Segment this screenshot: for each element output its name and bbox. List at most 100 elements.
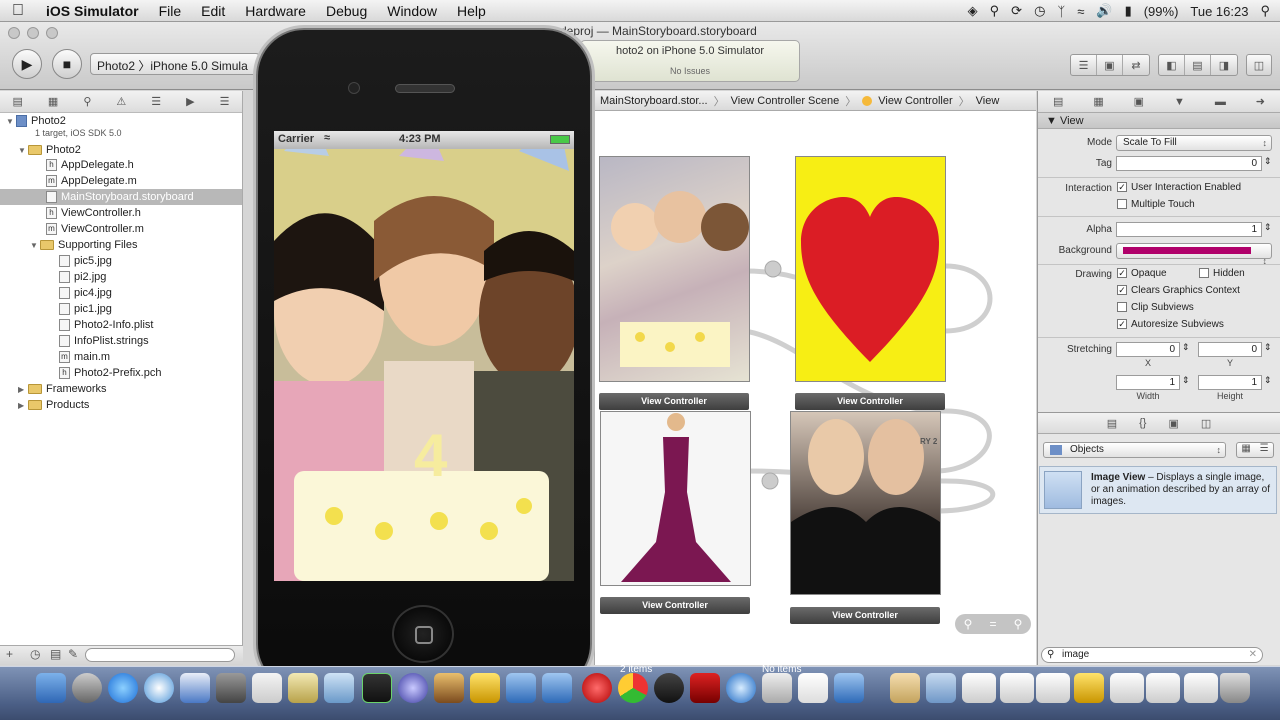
folder-nav-icon[interactable]: ▤ xyxy=(13,95,23,108)
list-item[interactable]: m AppDelegate.m xyxy=(46,173,137,189)
stretch-width-stepper[interactable]: ⇕ xyxy=(1182,375,1190,386)
mail-icon[interactable] xyxy=(180,673,210,703)
jump-bar-item[interactable]: View Controller xyxy=(878,95,952,107)
list-item[interactable]: ▶ Products xyxy=(18,397,89,413)
library-filter-popup[interactable]: Objects xyxy=(1043,442,1226,458)
activity-monitor-icon[interactable] xyxy=(362,673,392,703)
attributes-inspector-icon[interactable]: ▼ xyxy=(1174,96,1185,108)
list-item[interactable]: Photo2-Info.plist xyxy=(59,317,154,333)
network-icon[interactable] xyxy=(398,673,428,703)
media-library-icon[interactable]: ◫ xyxy=(1201,417,1211,430)
scheme-selector[interactable]: Photo2 〉iPhone 5.0 Simula xyxy=(90,53,260,75)
opera-icon[interactable] xyxy=(582,673,612,703)
view-controller-birthday[interactable] xyxy=(599,156,750,382)
run-button[interactable]: ▶ xyxy=(12,49,42,79)
textedit-icon[interactable] xyxy=(252,673,282,703)
file-template-icon[interactable]: ▤ xyxy=(1107,417,1117,430)
grid-view-icon[interactable]: ▦ xyxy=(1241,443,1250,457)
menu-debug[interactable]: Debug xyxy=(316,3,377,19)
tag-field[interactable]: 0 xyxy=(1116,156,1262,171)
launchpad-icon[interactable] xyxy=(72,673,102,703)
simulator-screen[interactable]: 4 xyxy=(274,131,574,581)
vc-title-bar[interactable]: View Controller xyxy=(600,597,750,614)
time-machine-icon[interactable]: ◷ xyxy=(1034,3,1045,19)
list-item[interactable]: h ViewController.h xyxy=(46,205,141,221)
library-view-toggle[interactable]: ▦ ☰ xyxy=(1236,442,1274,458)
utilities-toggle-icon[interactable]: ◨ xyxy=(1211,55,1237,75)
editor-mode-segment[interactable]: ☰ ▣ ⇄ xyxy=(1070,54,1150,76)
window-thumbnail[interactable] xyxy=(1036,673,1070,703)
standard-editor-icon[interactable]: ☰ xyxy=(1071,55,1097,75)
spotlight-icon[interactable]: ⚲ xyxy=(990,3,1000,19)
search-nav-icon[interactable]: ⚲ xyxy=(83,95,91,108)
utility-icon[interactable] xyxy=(762,673,792,703)
clears-graphics-checkbox[interactable]: ✓ Clears Graphics Context xyxy=(1117,285,1240,296)
list-item[interactable]: h Photo2-Prefix.pch xyxy=(59,365,161,381)
zoom-fit-icon[interactable]: = xyxy=(989,617,996,631)
list-item-selected[interactable]: MainStoryboard.storyboard xyxy=(0,189,242,205)
file-inspector-icon[interactable]: ▤ xyxy=(1053,95,1063,108)
menubar-clock[interactable]: Tue 16:23 xyxy=(1190,4,1248,19)
spotlight-search-icon[interactable]: ⚲ xyxy=(1260,3,1270,19)
iphoto-icon[interactable] xyxy=(434,673,464,703)
list-item[interactable]: ▼ Photo2 xyxy=(18,142,81,158)
quick-help-icon[interactable]: ▦ xyxy=(1093,95,1103,108)
autoresize-subviews-checkbox[interactable]: ✓ Autoresize Subviews xyxy=(1117,319,1224,330)
list-view-icon[interactable]: ☰ xyxy=(1260,443,1269,457)
stretch-height-stepper[interactable]: ⇕ xyxy=(1264,375,1272,386)
window-minimize-button[interactable] xyxy=(27,27,39,39)
list-item[interactable]: m main.m xyxy=(59,349,110,365)
je-app-icon[interactable] xyxy=(470,673,500,703)
documents-stack-icon[interactable] xyxy=(890,673,920,703)
window-thumbnail[interactable] xyxy=(1000,673,1034,703)
safari-icon[interactable] xyxy=(144,673,174,703)
recent-icon[interactable]: ◷ xyxy=(30,647,40,661)
zoom-in-icon[interactable]: ⚲ xyxy=(1014,617,1023,631)
disclosure-open-icon[interactable]: ▼ xyxy=(30,238,40,254)
jump-bar-item[interactable]: MainStoryboard.stor... xyxy=(600,95,708,107)
volume-icon[interactable]: 🔊 xyxy=(1096,3,1112,19)
sync-icon[interactable]: ⟳ xyxy=(1011,3,1022,19)
identity-inspector-icon[interactable]: ▣ xyxy=(1134,95,1144,108)
jump-bar-item[interactable]: View xyxy=(976,95,1000,107)
navigator-filter-input[interactable] xyxy=(85,648,235,662)
view-toggle-segment[interactable]: ◧ ▤ ◨ xyxy=(1158,54,1238,76)
assistant-editor-icon[interactable]: ▣ xyxy=(1097,55,1123,75)
chrome-icon[interactable] xyxy=(618,673,648,703)
window-thumbnail[interactable] xyxy=(1146,673,1180,703)
list-item[interactable]: h AppDelegate.h xyxy=(46,157,134,173)
menu-file[interactable]: File xyxy=(149,3,192,19)
alpha-stepper[interactable]: ⇕ xyxy=(1264,222,1272,233)
disclosure-open-icon[interactable]: ▼ xyxy=(6,114,16,130)
network-utility-icon[interactable] xyxy=(726,673,756,703)
stretch-y-field[interactable]: 0 xyxy=(1198,342,1262,357)
stretch-y-stepper[interactable]: ⇕ xyxy=(1264,342,1272,353)
photobooth-icon[interactable] xyxy=(690,673,720,703)
window-thumbnail[interactable] xyxy=(1110,673,1144,703)
menu-edit[interactable]: Edit xyxy=(191,3,235,19)
window-thumbnail[interactable] xyxy=(962,673,996,703)
code-snippet-icon[interactable]: {} xyxy=(1139,417,1146,429)
scm-icon[interactable]: ▤ xyxy=(50,647,61,661)
list-item[interactable]: pic5.jpg xyxy=(59,253,112,269)
app-icon[interactable] xyxy=(542,673,572,703)
disclosure-open-icon[interactable]: ▼ xyxy=(18,143,28,159)
window-close-button[interactable] xyxy=(8,27,20,39)
apple-menu-icon[interactable]:  xyxy=(0,2,36,20)
tag-stepper[interactable]: ⇕ xyxy=(1264,156,1272,167)
preview-icon[interactable] xyxy=(834,673,864,703)
clip-subviews-checkbox[interactable]: Clip Subviews xyxy=(1117,302,1194,313)
calendar-icon[interactable] xyxy=(798,673,828,703)
menu-help[interactable]: Help xyxy=(447,3,496,19)
wifi-icon[interactable]: ≈ xyxy=(1077,4,1084,19)
menu-app-name[interactable]: iOS Simulator xyxy=(36,3,149,19)
log-nav-icon[interactable]: ☰ xyxy=(220,95,230,108)
app-icon[interactable] xyxy=(506,673,536,703)
window-zoom-button[interactable] xyxy=(46,27,58,39)
menu-hardware[interactable]: Hardware xyxy=(235,3,316,19)
stop-button[interactable]: ■ xyxy=(52,49,82,79)
issue-nav-icon[interactable]: ⚠ xyxy=(116,95,126,108)
view-controller-heart[interactable] xyxy=(795,156,946,382)
multiple-touch-checkbox[interactable]: Multiple Touch xyxy=(1117,199,1195,210)
vc-title-bar[interactable]: View Controller xyxy=(790,607,940,624)
